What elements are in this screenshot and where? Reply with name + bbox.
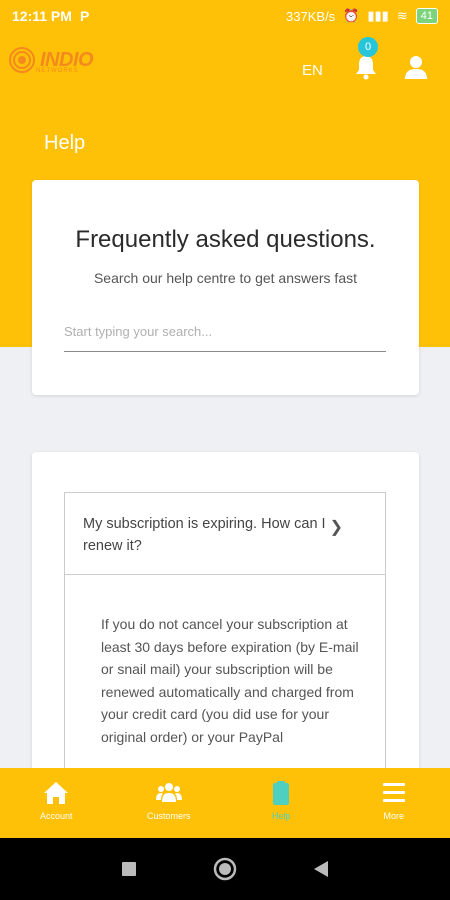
battery-level: 41 <box>420 10 433 22</box>
home-icon <box>44 782 69 804</box>
bell-icon[interactable] <box>354 54 378 80</box>
recents-button[interactable] <box>116 856 142 882</box>
nav-label-more: More <box>383 811 404 821</box>
back-button[interactable] <box>308 856 334 882</box>
logo-subtext: NETWORKS <box>36 68 79 74</box>
nav-item-more[interactable]: More <box>338 768 450 838</box>
app-indicator: P <box>79 8 90 24</box>
circle-icon <box>213 857 237 881</box>
notification-count: 0 <box>364 41 372 53</box>
status-bar: 12:11 PM P 337KB/s ⏰ ▮▮▮ ≋ 41 <box>0 0 450 32</box>
nav-label-customers: Customers <box>146 811 191 821</box>
questions-card: My subscription is expiring. How can I r… <box>32 452 419 782</box>
search-input[interactable] <box>64 312 386 352</box>
nav-item-customers[interactable]: Customers <box>113 768 226 838</box>
nav-label-account: Account <box>39 811 73 821</box>
alarm-icon: ⏰ <box>343 8 360 23</box>
status-time: 12:11 PM <box>12 8 72 24</box>
faq-answer: If you do not cancel your subscription a… <box>101 616 359 745</box>
faq-title: Frequently asked questions. <box>75 226 376 253</box>
users-icon <box>155 783 182 802</box>
nav-item-help[interactable]: Help <box>225 768 338 838</box>
faq-search-card: Frequently asked questions. Search our h… <box>32 180 419 395</box>
notification-badge: 0 <box>358 37 378 57</box>
nav-item-account[interactable]: Account <box>0 768 113 838</box>
home-button[interactable] <box>212 856 238 882</box>
wifi-icon: ≋ <box>396 8 408 23</box>
menu-icon <box>382 783 405 802</box>
bottom-nav: Account Customers Help More <box>0 768 450 838</box>
status-right: 337KB/s ⏰ ▮▮▮ ≋ 41 <box>286 8 438 24</box>
net-speed: 337KB/s <box>286 8 336 24</box>
language-switch[interactable]: EN <box>302 62 323 79</box>
faq-question-header[interactable]: My subscription is expiring. How can I r… <box>65 493 385 575</box>
android-nav-bar <box>0 838 450 900</box>
logo-waves-icon <box>9 47 35 73</box>
faq-subtitle: Search our help centre to get answers fa… <box>93 270 358 286</box>
nav-label-help: Help <box>271 811 291 821</box>
page-title: Help <box>44 132 86 154</box>
signal-icon: ▮▮▮ <box>367 8 389 23</box>
status-left: 12:11 PM P <box>12 8 89 24</box>
battery-icon: 41 <box>415 8 438 24</box>
triangle-back-icon <box>314 861 328 877</box>
faq-accordion: My subscription is expiring. How can I r… <box>64 492 386 782</box>
clipboard-icon <box>273 781 290 805</box>
chevron-right-icon: ❯ <box>329 519 343 536</box>
faq-question: My subscription is expiring. How can I r… <box>83 516 326 554</box>
square-icon <box>122 862 136 876</box>
user-icon[interactable] <box>404 54 428 80</box>
